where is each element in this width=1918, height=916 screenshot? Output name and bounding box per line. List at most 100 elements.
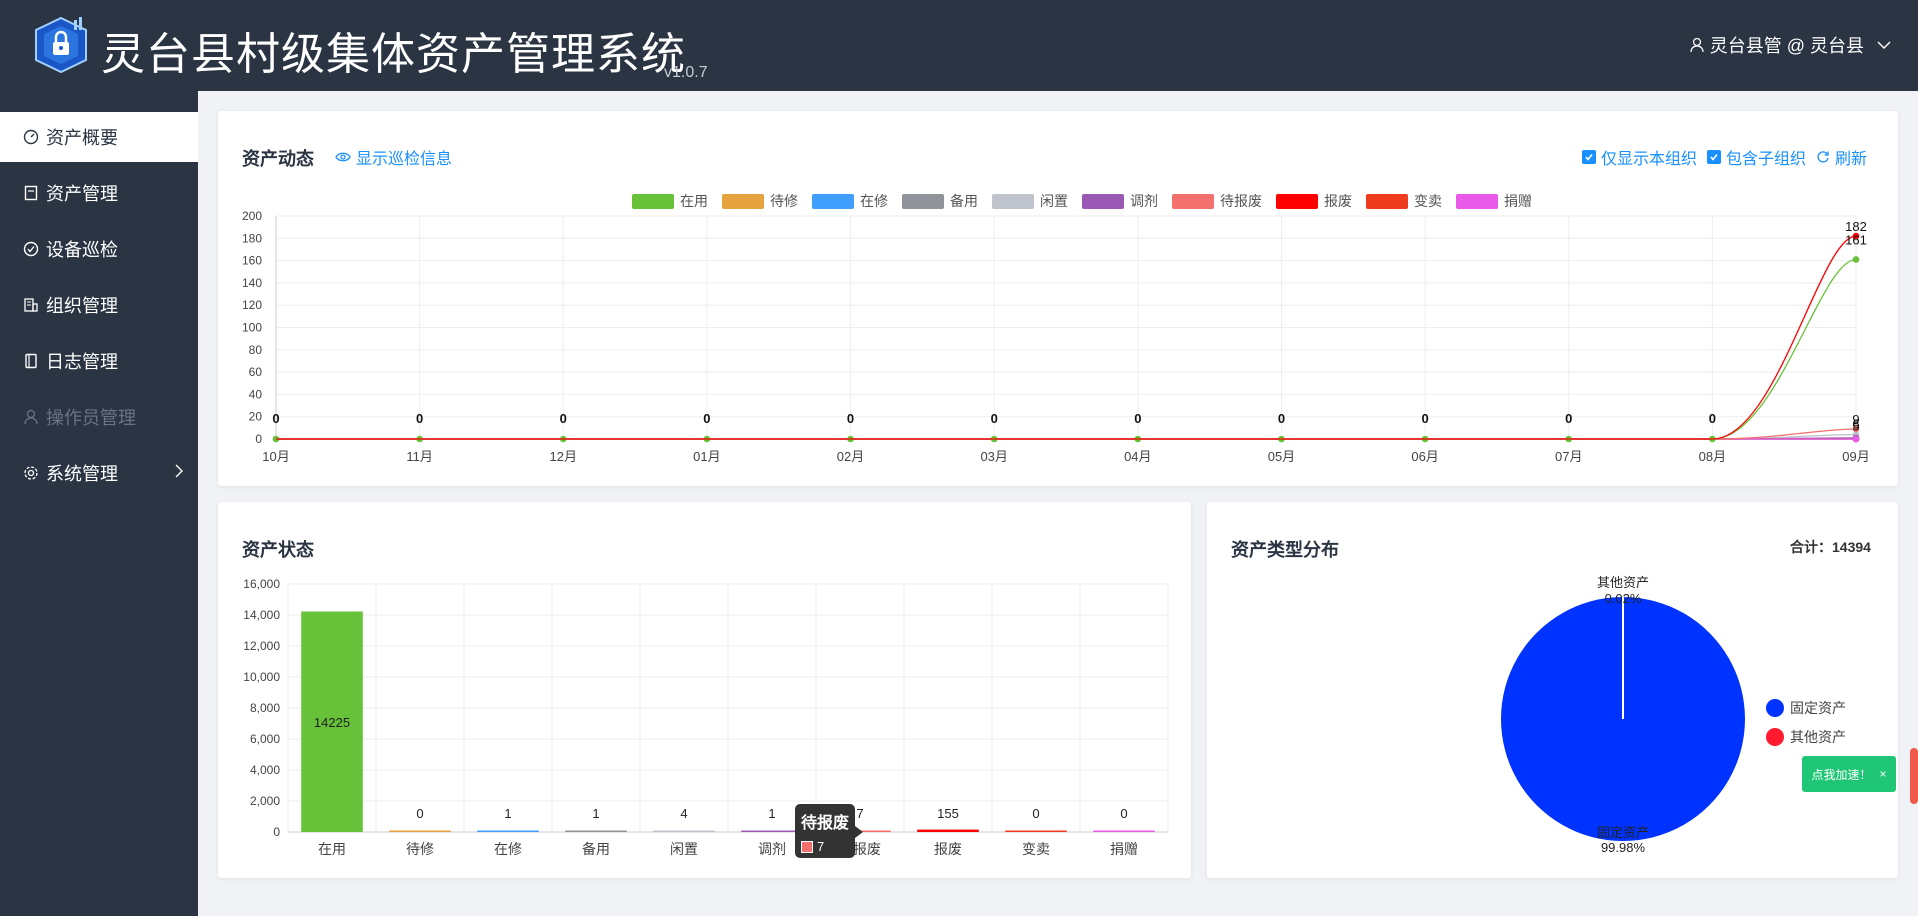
sidebar-item-label: 资产管理 [46,184,118,204]
sidebar-item-system-management[interactable]: 系统管理 [0,448,198,498]
y-tick-label: 20 [249,410,263,424]
sidebar-item-label: 设备巡检 [46,240,118,260]
x-tick-label: 12月 [550,449,577,464]
pie-legend-item[interactable]: 其他资产 [1766,722,1846,751]
pie-legend-label: 其他资产 [1790,728,1846,745]
bar-value-label: 7 [856,806,863,821]
sidebar-item-device-inspection[interactable]: 设备巡检 [0,224,198,274]
pie-legend-item[interactable]: 固定资产 [1766,693,1846,722]
asset-status-title: 资产状态 [242,540,314,560]
asset-status-bar-chart: 0 2,000 4,000 6,000 8,000 10,000 12,000 14,000 1… [243,577,1169,857]
bar [477,830,539,832]
point-value-label: 0 [991,411,998,426]
refresh-label: 刷新 [1835,151,1868,168]
slice-percent-label: 0.02% [1605,591,1642,606]
show-inspection-label: 显示巡检信息 [356,151,453,168]
x-tick-label: 04月 [1124,449,1151,464]
end-value-label: 161 [1845,232,1867,247]
chevron-right-icon [175,464,183,478]
bar [917,829,979,832]
y-tick-label: 60 [249,365,263,379]
user-icon [1690,37,1704,53]
checkbox-checked-icon [1707,150,1722,164]
point-value-label: 0 [416,411,423,426]
sidebar-item-asset-overview[interactable]: 资产概要 [0,112,198,162]
side-scroll-handle[interactable] [1910,748,1918,804]
bar-value-label: 1 [592,806,599,821]
y-tick-label: 6,000 [250,732,280,746]
y-tick-label: 80 [249,343,263,357]
y-tick-label: 16,000 [243,577,280,591]
x-tick-label: 05月 [1268,449,1295,464]
include-sub-org-label: 包含子组织 [1726,151,1807,168]
asset-dynamics-title: 资产动态 [242,149,314,169]
point-value-label: 0 [272,411,279,426]
pie-legend-label: 固定资产 [1790,699,1846,716]
x-tick-label: 变卖 [1022,841,1050,857]
y-tick-label: 0 [255,432,262,446]
x-tick-label: 闲置 [670,841,698,857]
series-point [1852,256,1860,263]
top-header: 灵台县村级集体资产管理系统 v1.0.7 灵台县管 @ 灵台县 [0,0,1918,91]
bar [389,830,451,832]
sidebar-item-operator-management[interactable]: 操作员管理 [0,392,198,442]
only-this-org-checkbox[interactable]: 仅显示本组织 [1582,145,1697,169]
x-tick-label: 01月 [693,449,720,464]
pie-chart-legend: 固定资产 其他资产 [1766,693,1846,751]
point-value-label: 0 [560,411,567,426]
y-tick-label: 12,000 [243,639,280,653]
total-count: 合计：14394 [1790,539,1871,555]
bar [1093,830,1155,832]
bar [741,830,803,832]
slice-name-label: 固定资产 [1597,825,1649,840]
user-menu[interactable]: 灵台县管 @ 灵台县 [1690,32,1892,58]
point-value-label: 0 [703,411,710,426]
x-tick-label: 03月 [980,449,1007,464]
y-tick-label: 4,000 [250,763,280,777]
series-point [1852,435,1860,443]
gear-icon [22,464,40,482]
bar-value-label: 0 [1120,806,1127,821]
speed-up-label: 点我加速！ [1811,767,1872,782]
refresh-icon [1817,151,1829,163]
app-root: 灵台县村级集体资产管理系统 v1.0.7 灵台县管 @ 灵台县 资产概要 资产管… [0,0,1918,916]
sidebar: 资产概要 资产管理 设备巡检 组织管理 日志管理 操作员管理 系统管理 [0,91,198,916]
refresh-button[interactable]: 刷新 [1816,145,1867,169]
show-inspection-link[interactable]: 显示巡检信息 [335,145,452,169]
tooltip-title: 待报废 [801,815,850,832]
x-tick-label: 待修 [406,841,434,857]
chevron-down-icon [1877,41,1891,49]
bar [653,830,715,832]
bar-value-label: 155 [937,806,959,821]
bar-value-label: 14225 [314,715,350,730]
sidebar-item-org-management[interactable]: 组织管理 [0,280,198,330]
point-value-label: 0 [1134,411,1141,426]
x-tick-label: 备用 [582,841,610,857]
dashboard-icon [22,128,40,146]
x-tick-label: 在修 [494,841,522,857]
bar-tooltip: 待报废 7 [795,804,863,858]
sidebar-item-log-management[interactable]: 日志管理 [0,336,198,386]
x-tick-label: 捐赠 [1110,841,1138,857]
bar-value-label: 0 [1032,806,1039,821]
pie-legend-dot [1766,698,1784,717]
y-tick-label: 160 [242,254,262,268]
slice-percent-label: 99.98% [1601,840,1646,855]
x-tick-label: 11月 [406,449,433,464]
app-title: 灵台县村级集体资产管理系统 [101,29,686,80]
eye-icon [335,152,351,162]
series-line [276,235,1857,440]
user-icon [22,408,40,426]
end-value-label: 5 [1852,418,1859,433]
include-sub-org-checkbox[interactable]: 包含子组织 [1707,145,1806,169]
app-version: v1.0.7 [664,64,708,81]
x-tick-label: 02月 [837,449,864,464]
sidebar-item-label: 操作员管理 [46,408,136,428]
speed-up-button[interactable]: 点我加速！ × [1802,756,1896,792]
bar-value-label: 4 [680,806,687,821]
series-line [276,433,1857,440]
close-icon[interactable]: × [1880,767,1887,781]
slice-name-label: 其他资产 [1597,575,1649,590]
sidebar-item-asset-management[interactable]: 资产管理 [0,168,198,218]
logo-lock-icon [35,16,87,74]
